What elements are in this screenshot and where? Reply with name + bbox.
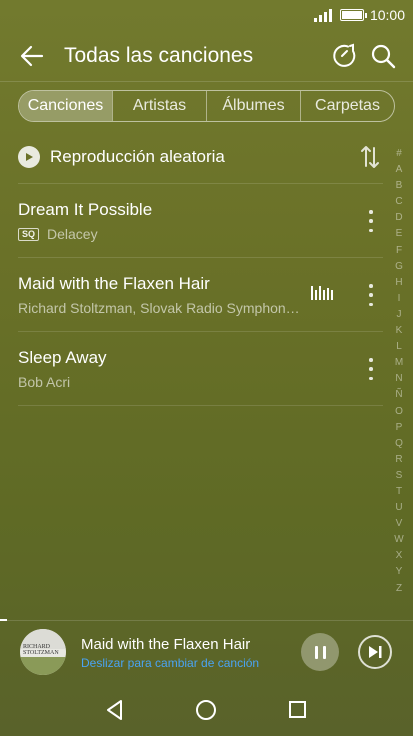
category-tabs: Canciones Artistas Álbumes Carpetas <box>18 90 395 122</box>
app-header: Todas las canciones <box>0 30 413 82</box>
battery-icon <box>339 9 367 21</box>
alphabet-index[interactable]: # A B C D E F G H I J K L M N Ñ O P Q R S T U V W X Y Z <box>391 146 407 597</box>
signal-icon <box>313 8 332 22</box>
index-letter[interactable]: C <box>391 194 407 210</box>
next-track-button[interactable] <box>358 635 392 669</box>
index-letter[interactable]: N <box>391 371 407 387</box>
skip-next-icon <box>369 646 382 658</box>
song-row[interactable]: Dream It Possible SQ Delacey <box>18 183 383 257</box>
now-playing-bars-icon <box>311 286 333 300</box>
shuffle-all-button[interactable]: Reproducción aleatoria <box>18 140 383 174</box>
header-divider <box>0 81 413 82</box>
index-letter[interactable]: Ñ <box>391 387 407 403</box>
more-options-icon[interactable] <box>365 210 377 232</box>
pause-icon <box>314 645 318 659</box>
index-letter[interactable]: W <box>391 532 407 548</box>
song-title: Maid with the Flaxen Hair <box>18 274 210 293</box>
song-subtitle: Richard Stoltzman, Slovak Radio Symphon… <box>18 300 300 316</box>
sort-icon[interactable] <box>359 144 381 170</box>
tab-canciones[interactable]: Canciones <box>19 91 112 121</box>
index-letter[interactable]: S <box>391 468 407 484</box>
album-cover[interactable]: RICHARD STOLTZMAN <box>20 629 66 675</box>
song-artist: Delacey <box>47 226 98 242</box>
index-letter[interactable]: Q <box>391 436 407 452</box>
tab-artistas[interactable]: Artistas <box>112 91 206 121</box>
song-title: Sleep Away <box>18 348 107 367</box>
index-letter[interactable]: F <box>391 243 407 259</box>
refresh-icon[interactable] <box>331 42 359 70</box>
status-bar: 10:00 <box>0 0 413 30</box>
swipe-hint: Deslizar para cambiar de canción <box>81 656 260 670</box>
index-letter[interactable]: J <box>391 307 407 323</box>
index-letter[interactable]: Z <box>391 581 407 597</box>
index-letter[interactable]: B <box>391 178 407 194</box>
song-title: Dream It Possible <box>18 200 153 219</box>
list-divider <box>18 405 383 406</box>
index-letter[interactable]: I <box>391 291 407 307</box>
status-time: 10:00 <box>369 7 405 23</box>
sq-badge: SQ <box>18 227 40 241</box>
index-letter[interactable]: O <box>391 404 407 420</box>
cover-text: RICHARD STOLTZMAN <box>23 644 59 656</box>
index-letter[interactable]: A <box>391 162 407 178</box>
page-title: Todas las canciones <box>64 44 254 67</box>
tab-carpetas[interactable]: Carpetas <box>300 91 394 121</box>
index-letter[interactable]: K <box>391 323 407 339</box>
now-playing-title: Maid with the Flaxen Hair <box>81 636 251 653</box>
index-letter[interactable]: T <box>391 484 407 500</box>
index-letter[interactable]: X <box>391 548 407 564</box>
index-letter[interactable]: P <box>391 420 407 436</box>
song-row[interactable]: Sleep Away Bob Acri <box>18 331 383 405</box>
back-arrow-icon[interactable] <box>18 42 46 70</box>
index-letter[interactable]: Y <box>391 564 407 580</box>
index-letter[interactable]: D <box>391 210 407 226</box>
song-artist: Richard Stoltzman, Slovak Radio Symphon… <box>18 300 300 316</box>
system-nav-bar <box>0 684 413 736</box>
more-options-icon[interactable] <box>365 284 377 306</box>
nav-recents-icon[interactable] <box>289 701 306 718</box>
song-row[interactable]: Maid with the Flaxen Hair Richard Stoltz… <box>18 257 383 331</box>
pause-button[interactable] <box>301 633 339 671</box>
nav-back-icon[interactable] <box>104 699 126 721</box>
song-subtitle: Bob Acri <box>18 374 70 390</box>
index-letter[interactable]: U <box>391 500 407 516</box>
index-letter[interactable]: R <box>391 452 407 468</box>
more-options-icon[interactable] <box>365 358 377 380</box>
song-artist: Bob Acri <box>18 374 71 390</box>
index-letter[interactable]: V <box>391 516 407 532</box>
index-letter[interactable]: G <box>391 259 407 275</box>
search-icon[interactable] <box>369 42 397 70</box>
mini-player[interactable]: RICHARD STOLTZMAN Maid with the Flaxen H… <box>0 621 413 683</box>
play-icon <box>18 146 40 168</box>
index-letter[interactable]: E <box>391 226 407 242</box>
nav-home-icon[interactable] <box>196 700 216 720</box>
index-letter[interactable]: # <box>391 146 407 162</box>
song-subtitle: SQ Delacey <box>18 226 98 242</box>
index-letter[interactable]: M <box>391 355 407 371</box>
index-letter[interactable]: H <box>391 275 407 291</box>
shuffle-label: Reproducción aleatoria <box>50 147 225 166</box>
tab-albumes[interactable]: Álbumes <box>206 91 300 121</box>
index-letter[interactable]: L <box>391 339 407 355</box>
